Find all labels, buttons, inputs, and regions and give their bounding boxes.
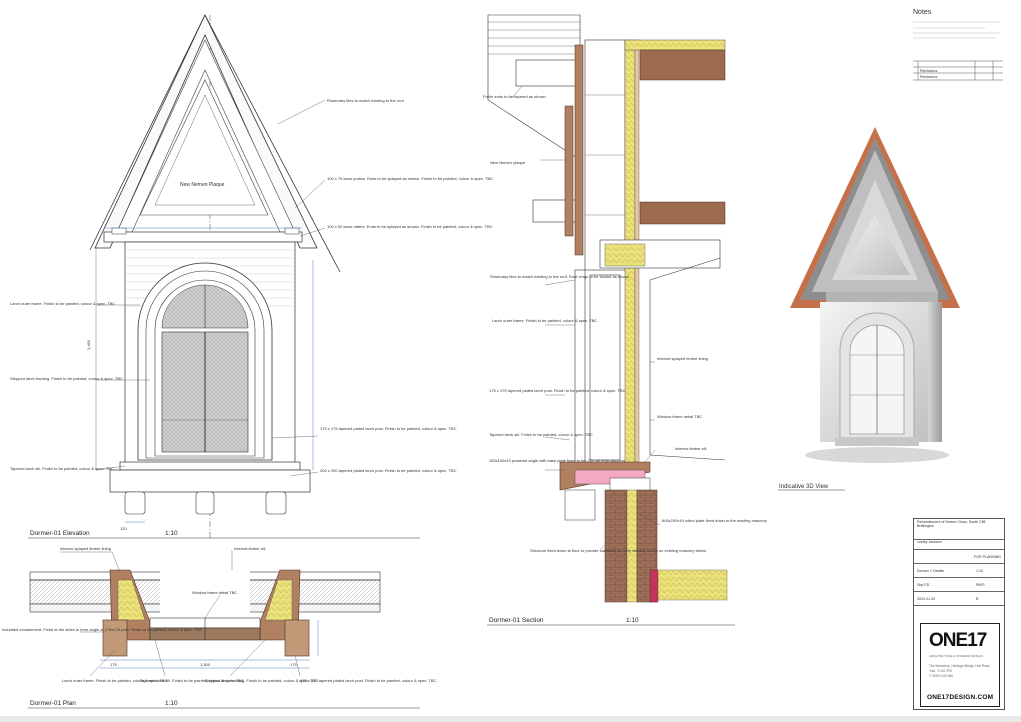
plan-note-4: Insulated encasement. Fixed at the sides… xyxy=(2,627,203,632)
tb-sheet-title: Dormer 1 Details xyxy=(917,569,944,573)
svg-text:120: 120 xyxy=(120,526,127,531)
section-note-3: Rosemary tiles to match existing to the … xyxy=(490,274,629,279)
elevation-title: Dormer-01 Elevation xyxy=(30,530,90,537)
section-note-9: Window frame detail TBC xyxy=(657,414,702,419)
tb-drawn-row: ShpT/D RWG xyxy=(914,577,1004,592)
plan-note-1: Internal splayed timber lining xyxy=(60,546,111,551)
logo-address-line: The Workshop, Heritage Bridge, Hull Road… xyxy=(929,664,991,673)
logo-main: ONE17 xyxy=(929,630,987,651)
drawing-canvas: New Nemen Plaque 120 1,460 Rosemary tile… xyxy=(2,14,1003,709)
revision-row-a: Revisions xyxy=(920,68,937,73)
drawing-sheet: New Nemen Plaque 120 1,460 Rosemary tile… xyxy=(0,0,1021,716)
section-note-7: 150x100x10 powered angle with base plate… xyxy=(489,458,625,463)
view3d-title: Indicative 3D View xyxy=(779,484,829,490)
svg-text:1,460: 1,460 xyxy=(86,339,91,350)
svg-text:175: 175 xyxy=(290,662,297,667)
elev-note-8: 200 x 200 tapered plated larch post. Fin… xyxy=(320,468,457,473)
tb-status: FOR PLANNING xyxy=(974,555,1001,559)
tb-project-row: Refurbishment of Nelson Close, South Cli… xyxy=(914,519,1004,540)
logo-address: The Workshop, Heritage Bridge, Hull Road… xyxy=(929,664,995,679)
tb-check: RWG xyxy=(976,583,985,587)
svg-text:1,300: 1,300 xyxy=(200,662,211,667)
section-title: Dormer-01 Section xyxy=(489,617,544,624)
title-block: Refurbishment of Nelson Close, South Cli… xyxy=(913,518,1005,710)
section-scale: 1:10 xyxy=(626,617,639,624)
revision-row-b: Revisions xyxy=(920,74,937,79)
section-note-8: Internal splayed timber lining xyxy=(657,356,708,361)
section-note-11: 600x200x10 rolled plate fixed down to th… xyxy=(662,518,767,523)
plan-note-2: Internal timber sill xyxy=(234,546,265,551)
plan-note-3: Window frame detail TBC xyxy=(192,590,237,595)
plan-title: Dormer-01 Plan xyxy=(30,700,76,707)
logo-phone: T 01904 426 666 xyxy=(929,674,954,678)
elevation-drawing: New Nemen Plaque 120 1,460 Rosemary tile… xyxy=(10,14,493,540)
elev-note-7: Tapered larch sill. Finish to be painted… xyxy=(10,466,114,471)
elev-note-6: 175 x 175 tapered plated larch post. Fin… xyxy=(320,426,457,431)
section-note-4: Larch outer frame. Finish to be painted,… xyxy=(492,318,597,323)
section-drawing: Purlin ends to be tapered as shown New N… xyxy=(483,14,767,626)
view3d-drawing: Indicative 3D View xyxy=(778,127,960,491)
tb-project: Refurbishment of Nelson Close, South Cli… xyxy=(917,520,987,528)
tb-rev: B xyxy=(976,597,979,601)
plan-note-8: 175 x 175 tapered plated larch post. Fin… xyxy=(300,678,437,683)
elevation-scale: 1:10 xyxy=(165,530,178,537)
tb-date-row: 2023.01.20 B xyxy=(914,591,1004,606)
section-note-10: Internal timber sill xyxy=(675,446,706,451)
section-note-6: Tapered larch sill. Finish to be painted… xyxy=(489,432,593,437)
logo-url: ONE17DESIGN.COM xyxy=(927,694,994,701)
section-note-2: New Nemen plaque xyxy=(490,160,526,165)
tb-status-row: FOR PLANNING xyxy=(914,549,1004,564)
tb-drawn: ShpT/D xyxy=(917,583,930,587)
tb-sheet-row: Dormer 1 Details 1:10 xyxy=(914,563,1004,578)
svg-text:175: 175 xyxy=(110,662,117,667)
tb-scale: 1:10 xyxy=(976,569,983,573)
elev-note-2: 100 x 75 larch purlins. Ends to be splay… xyxy=(327,176,493,181)
section-note-5: 175 x 175 tapered plated larch post. Fin… xyxy=(489,388,626,393)
company-logo: ONE17 ARCHITECTURE & INTERIOR DESIGN The… xyxy=(920,623,1000,707)
plaque-label: New Nemen Plaque xyxy=(180,182,225,188)
elev-note-3: 100 x 50 larch rafters. Ends to be splay… xyxy=(327,224,493,229)
tb-date: 2023.01.20 xyxy=(917,597,935,601)
plan-scale: 1:10 xyxy=(165,700,178,707)
plan-drawing: 1,300 175 175 Internal splayed timber li… xyxy=(2,546,437,709)
elev-note-5: Stepped larch framing. Finish to be pain… xyxy=(10,376,123,381)
logo-subtitle: ARCHITECTURE & INTERIOR DESIGN xyxy=(929,654,983,658)
elev-note-4: Larch outer frame. Finish to be painted,… xyxy=(10,301,115,306)
notes-heading: Notes xyxy=(913,9,932,16)
tb-client: Lesley Jackson xyxy=(917,540,942,544)
elev-note-1: Rosemary tiles to match existing to the … xyxy=(327,98,405,103)
section-note-1: Purlin ends to be tapered as shown xyxy=(483,94,546,99)
section-note-12: Structure fixed down to floor to provide… xyxy=(530,548,706,553)
